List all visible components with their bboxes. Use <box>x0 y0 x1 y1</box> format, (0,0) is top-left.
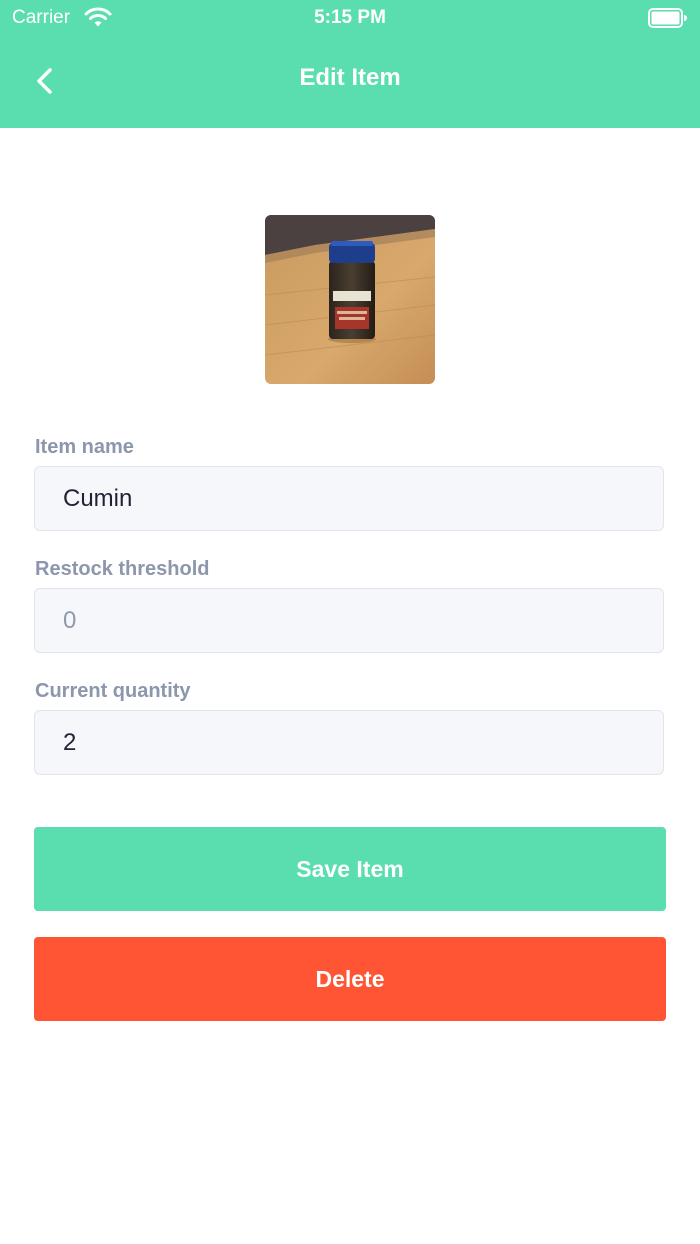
current-quantity-input[interactable]: 2 <box>34 710 664 775</box>
restock-threshold-placeholder: 0 <box>63 607 77 634</box>
item-photo[interactable] <box>265 215 435 384</box>
restock-threshold-input[interactable]: 0 <box>34 588 664 653</box>
current-quantity-value: 2 <box>63 729 77 756</box>
status-time: 5:15 PM <box>314 7 386 28</box>
restock-threshold-label: Restock threshold <box>35 558 210 580</box>
item-name-value: Cumin <box>63 485 133 512</box>
page-title: Edit Item <box>299 64 401 91</box>
status-bar: Carrier 5:15 PM <box>0 0 700 36</box>
current-quantity-label: Current quantity <box>35 680 191 702</box>
item-name-input[interactable]: Cumin <box>34 466 664 531</box>
battery-icon <box>648 8 688 33</box>
delete-button[interactable]: Delete <box>34 937 666 1021</box>
nav-header: Carrier 5:15 PM Edit Item <box>0 0 700 128</box>
item-name-label: Item name <box>35 436 134 458</box>
save-item-button[interactable]: Save Item <box>34 827 666 911</box>
